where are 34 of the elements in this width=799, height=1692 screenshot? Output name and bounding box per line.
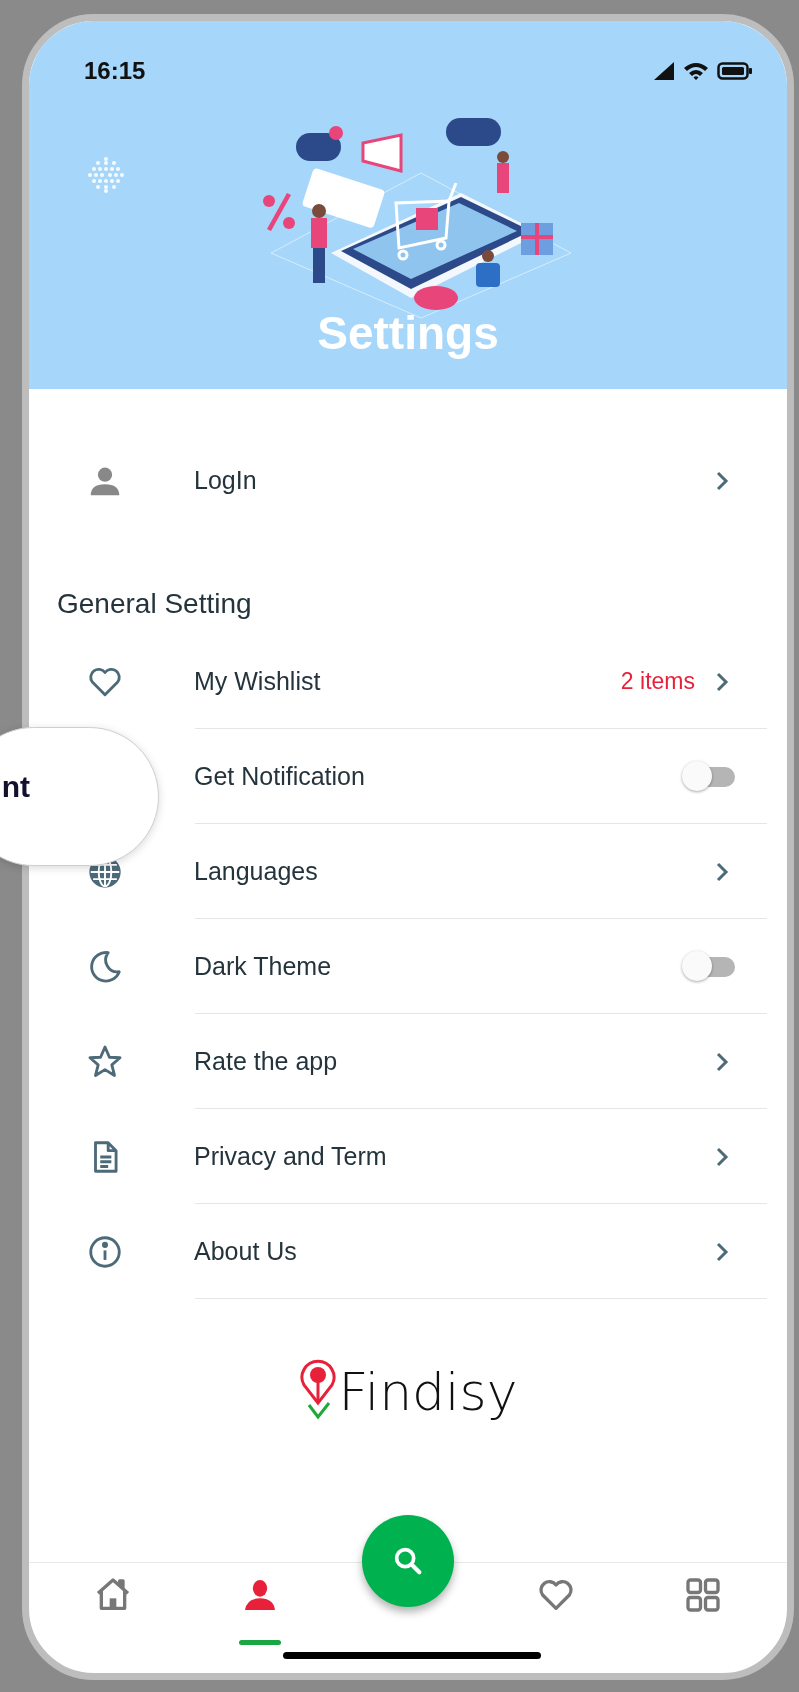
signal-icon [653, 61, 675, 81]
chevron-right-icon [715, 860, 729, 883]
settings-row[interactable]: My Wishlist 2 items [29, 634, 787, 729]
chevron-right-icon [715, 670, 729, 693]
row-label: Languages [194, 857, 319, 886]
settings-row[interactable]: Rate the app [29, 1014, 787, 1109]
login-label: LogIn [194, 466, 258, 495]
chevron-right-icon [715, 469, 729, 492]
wifi-icon [683, 61, 709, 81]
section-title: General Setting [57, 587, 253, 621]
settings-row[interactable]: Dark Theme [29, 919, 787, 1014]
row-label: Get Notification [194, 762, 366, 791]
settings-row[interactable]: Languages [29, 824, 787, 919]
row-label: About Us [194, 1237, 298, 1266]
chevron-right-icon [715, 1050, 729, 1073]
bubble-text: nt [1, 769, 30, 804]
chevron-right-icon [715, 1145, 729, 1168]
settings-row[interactable]: About Us [29, 1204, 787, 1299]
dot-pattern-icon [87, 156, 125, 194]
page-title: Settings [316, 306, 500, 360]
login-row[interactable]: LogIn [29, 433, 787, 528]
chevron-right-icon [715, 1240, 729, 1263]
search-button[interactable] [362, 1515, 454, 1607]
row-label: Rate the app [194, 1047, 339, 1076]
row-label: Dark Theme [194, 952, 333, 981]
battery-icon [717, 61, 753, 81]
settings-row[interactable]: Privacy and Term [29, 1109, 787, 1204]
row-label: My Wishlist [194, 667, 322, 696]
item-count: 2 items [620, 668, 695, 695]
active-tab-indicator [239, 1640, 282, 1645]
logo-text: Findisy [338, 1363, 518, 1421]
status-time: 16:15 [84, 57, 146, 85]
map-pin-icon [298, 1359, 337, 1421]
row-label: Privacy and Term [194, 1142, 388, 1171]
